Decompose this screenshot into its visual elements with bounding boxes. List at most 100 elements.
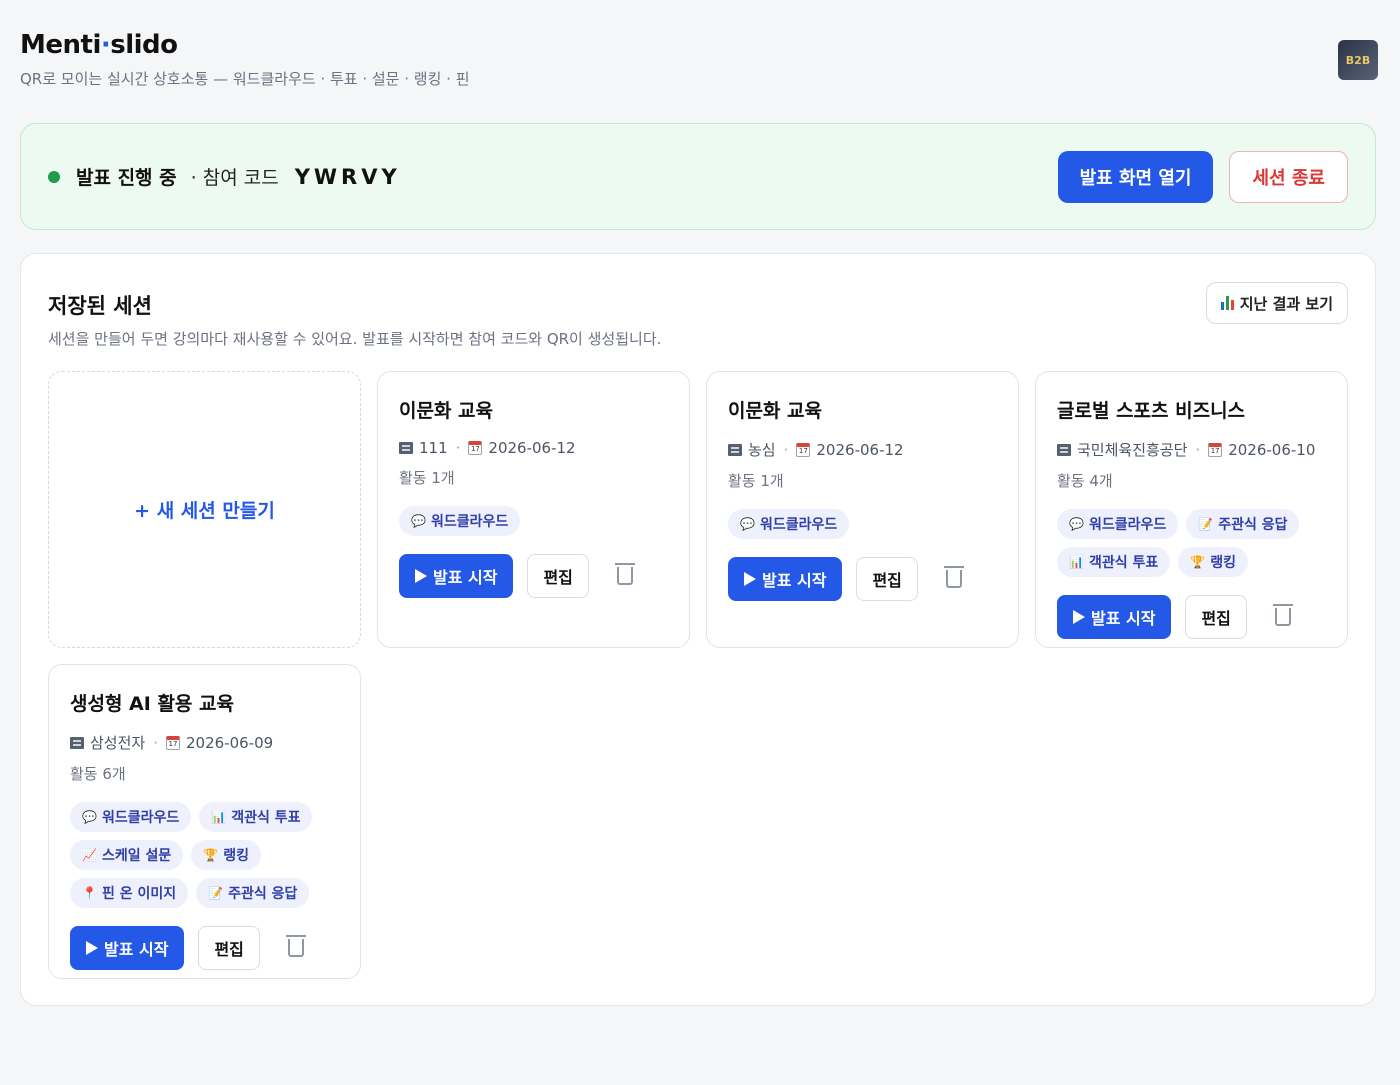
- trash-icon[interactable]: [285, 935, 306, 957]
- trophy-icon: 🏆: [1190, 555, 1206, 569]
- card-actions: 발표 시작 편집: [728, 557, 1002, 601]
- live-status-label: 발표 진행 중: [76, 167, 177, 189]
- session-card: 글로벌 스포츠 비즈니스 국민체육진흥공단 · 17 2026-06-10 활동…: [1035, 371, 1348, 648]
- trash-icon[interactable]: [943, 566, 964, 588]
- edit-button[interactable]: 편집: [1185, 595, 1247, 639]
- start-presentation-button[interactable]: 발표 시작: [399, 554, 514, 598]
- bar-chart-icon: 📊: [211, 810, 227, 824]
- history-button[interactable]: 지난 결과 보기: [1205, 282, 1348, 324]
- live-status-dot: [48, 170, 60, 183]
- start-presentation-button[interactable]: 발표 시작: [1057, 595, 1172, 639]
- session-date: 2026-06-12: [488, 439, 576, 457]
- end-session-button[interactable]: 세션 종료: [1229, 150, 1348, 203]
- building-icon: [70, 736, 84, 749]
- session-meta: 국민체육진흥공단 · 17 2026-06-10: [1057, 439, 1331, 460]
- session-meta: 농심 · 17 2026-06-12: [728, 439, 1002, 460]
- activity-chip: 📝 주관식 응답: [1186, 509, 1300, 539]
- activity-count: 활동 1개: [728, 472, 784, 490]
- join-code-label: · 참여 코드: [190, 167, 279, 189]
- trash-icon[interactable]: [1272, 604, 1293, 626]
- calendar-icon: 17: [1208, 442, 1223, 457]
- new-session-card[interactable]: + 새 세션 만들기: [48, 371, 361, 648]
- start-presentation-button[interactable]: 발표 시작: [70, 926, 185, 970]
- play-icon: [86, 941, 98, 955]
- memo-icon: 📝: [1198, 517, 1214, 531]
- activity-chips: 💬 워드클라우드 📊 객관식 투표 📈 스케일 설문 🏆 랭킹 📍 핀 온 이미지 📝 주관…: [70, 802, 344, 908]
- activity-chip: 📈 스케일 설문: [70, 840, 184, 870]
- activity-chip: 📊 객관식 투표: [199, 802, 313, 832]
- avatar[interactable]: B2B: [1338, 40, 1378, 80]
- panel-description: 세션을 만들어 두면 강의마다 재사용할 수 있어요. 발표를 시작하면 참여 …: [48, 330, 662, 348]
- new-session-label: + 새 세션 만들기: [134, 500, 275, 522]
- building-icon: [728, 443, 742, 456]
- pin-icon: 📍: [82, 886, 97, 900]
- building-icon: [399, 442, 413, 454]
- banner-actions: 발표 화면 열기 세션 종료: [1057, 150, 1348, 203]
- session-card: 이문화 교육 111 · 17 2026-06-12 활동 1개 💬 워드클라우드…: [377, 371, 690, 648]
- memo-icon: 📝: [208, 886, 224, 900]
- activity-chip: 📝 주관식 응답: [196, 878, 310, 908]
- session-meta: 111 · 17 2026-06-12: [399, 439, 673, 457]
- brand-logo: Menti·slido: [20, 30, 178, 60]
- speech-bubble-icon: 💬: [1069, 517, 1084, 531]
- activity-chip: 💬 워드클라우드: [399, 506, 521, 536]
- activity-count: 활동 6개: [70, 765, 126, 783]
- speech-bubble-icon: 💬: [82, 810, 97, 824]
- session-title: 이문화 교육: [399, 400, 494, 422]
- play-icon: [744, 572, 756, 586]
- tagline: QR로 모이는 실시간 상호소통 — 워드클라우드 · 투표 · 설문 · 랭킹…: [20, 70, 470, 88]
- live-session-banner: 발표 진행 중 · 참여 코드 YWRVY 발표 화면 열기 세션 종료: [20, 123, 1376, 230]
- activity-chip: 📊 객관식 투표: [1057, 547, 1171, 577]
- activity-chip: 📍 핀 온 이미지: [70, 878, 189, 908]
- history-button-label: 지난 결과 보기: [1239, 294, 1333, 313]
- card-actions: 발표 시작 편집: [399, 554, 673, 598]
- card-actions: 발표 시작 편집: [1057, 595, 1331, 639]
- saved-sessions-panel: 저장된 세션 세션을 만들어 두면 강의마다 재사용할 수 있어요. 발표를 시…: [20, 253, 1376, 1006]
- session-org: 삼성전자: [90, 734, 146, 752]
- play-icon: [415, 569, 427, 583]
- trophy-icon: 🏆: [203, 848, 219, 862]
- panel-title: 저장된 세션: [48, 294, 152, 318]
- activity-chip: 💬 워드클라우드: [728, 509, 850, 539]
- calendar-icon: 17: [468, 441, 483, 455]
- session-card: 생성형 AI 활용 교육 삼성전자 · 17 2026-06-09 활동 6개 …: [48, 664, 361, 979]
- calendar-icon: 17: [165, 735, 180, 750]
- activity-chip: 💬 워드클라우드: [70, 802, 192, 832]
- activity-count: 활동 1개: [399, 469, 455, 487]
- card-actions: 발표 시작 편집: [70, 926, 344, 970]
- activity-chips: 💬 워드클라우드: [728, 509, 1002, 539]
- start-presentation-button[interactable]: 발표 시작: [728, 557, 843, 601]
- session-title: 생성형 AI 활용 교육: [70, 693, 234, 715]
- session-meta: 삼성전자 · 17 2026-06-09: [70, 732, 344, 753]
- activity-chip: 💬 워드클라우드: [1057, 509, 1179, 539]
- session-date: 2026-06-09: [185, 733, 274, 752]
- open-presentation-button[interactable]: 발표 화면 열기: [1057, 150, 1214, 203]
- session-org: 111: [419, 439, 448, 457]
- session-date: 2026-06-12: [816, 440, 904, 459]
- bar-chart-icon: [1220, 296, 1234, 310]
- trash-icon[interactable]: [614, 563, 635, 585]
- session-org: 농심: [748, 441, 776, 459]
- avatar-text: B2B: [1345, 53, 1371, 67]
- session-title: 이문화 교육: [728, 400, 823, 422]
- bar-chart-icon: 📊: [1069, 555, 1084, 569]
- play-icon: [1073, 610, 1085, 624]
- line-chart-icon: 📈: [82, 848, 97, 862]
- activity-chips: 💬 워드클라우드 📝 주관식 응답 📊 객관식 투표 🏆 랭킹: [1057, 509, 1331, 577]
- building-icon: [1057, 443, 1071, 456]
- activity-chips: 💬 워드클라우드: [399, 506, 673, 536]
- calendar-icon: 17: [796, 442, 811, 457]
- app-header: Menti·slido QR로 모이는 실시간 상호소통 — 워드클라우드 · …: [20, 30, 1380, 100]
- activity-count: 활동 4개: [1057, 472, 1113, 490]
- activity-chip: 🏆 랭킹: [1178, 547, 1248, 577]
- activity-chip: 🏆 랭킹: [191, 840, 261, 870]
- session-card: 이문화 교육 농심 · 17 2026-06-12 활동 1개 💬 워드클라우드 …: [706, 371, 1019, 648]
- session-date: 2026-06-10: [1228, 440, 1316, 459]
- session-title: 글로벌 스포츠 비즈니스: [1057, 400, 1246, 422]
- speech-bubble-icon: 💬: [411, 514, 426, 528]
- edit-button[interactable]: 편집: [527, 554, 589, 598]
- speech-bubble-icon: 💬: [740, 517, 755, 531]
- edit-button[interactable]: 편집: [198, 926, 260, 970]
- edit-button[interactable]: 편집: [856, 557, 918, 601]
- session-org: 국민체육진흥공단: [1077, 441, 1188, 459]
